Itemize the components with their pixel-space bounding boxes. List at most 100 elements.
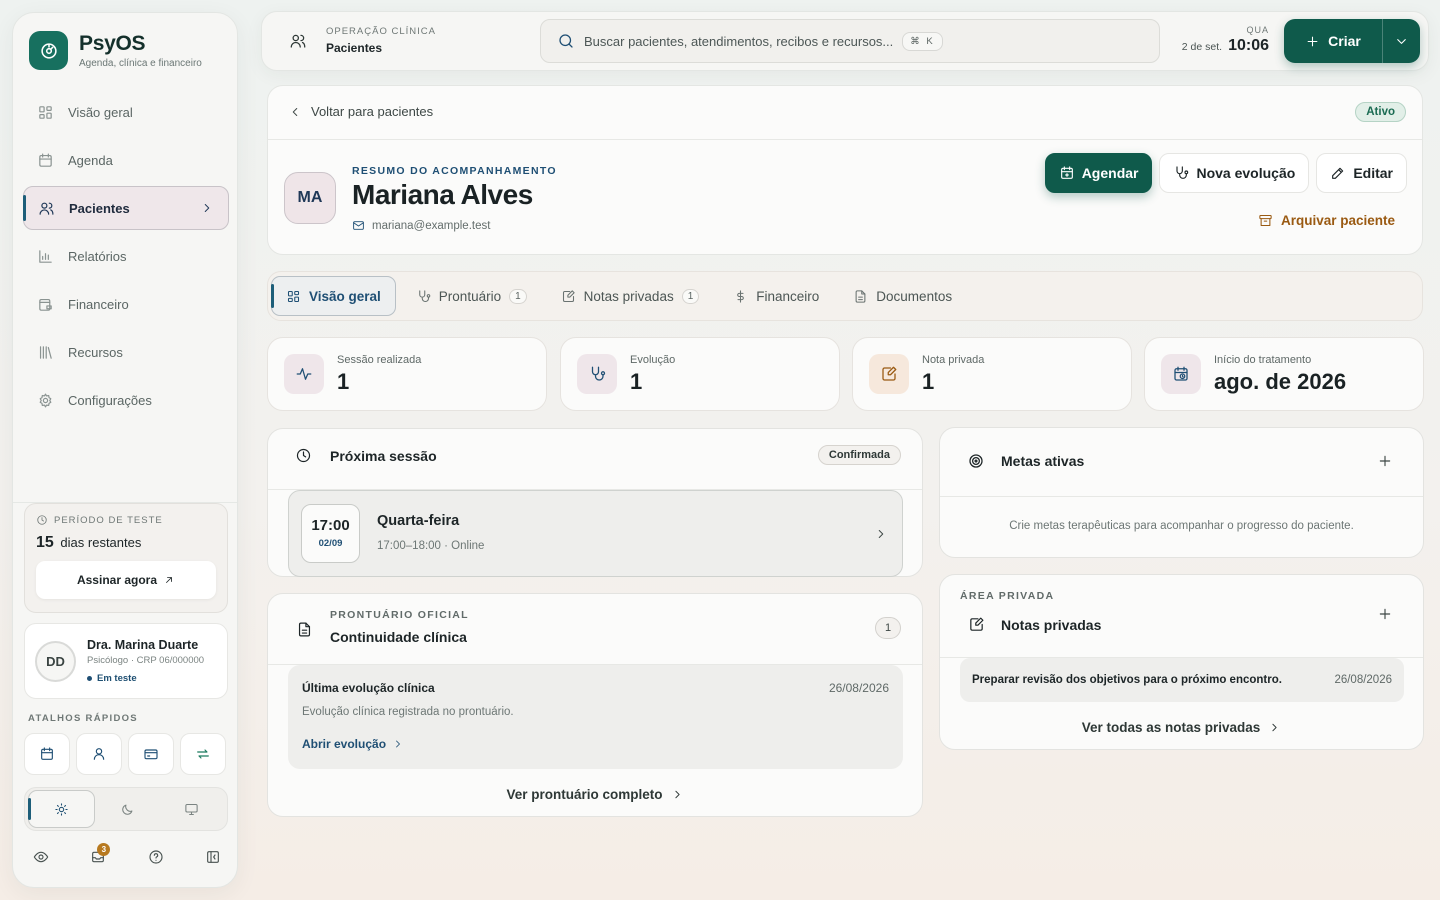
gear-icon	[37, 392, 54, 409]
view-full-record-link[interactable]: Ver prontuário completo	[268, 787, 922, 802]
trial-label: PERÍODO DE TESTE	[54, 514, 163, 526]
calendar-plus-icon	[1059, 165, 1075, 181]
create-menu-button[interactable]	[1382, 19, 1420, 63]
card-title: Continuidade clínica	[330, 629, 467, 645]
patient-eyebrow: RESUMO DO ACOMPANHAMENTO	[352, 165, 557, 177]
tab-documentos[interactable]: Documentos	[839, 276, 966, 316]
notes-eyebrow: ÁREA PRIVADA	[960, 590, 1055, 602]
notes-header: Notas privadas	[968, 616, 1101, 633]
goals-empty-state: Crie metas terapêuticas para acompanhar …	[1009, 520, 1354, 532]
shortcut-calendar-button[interactable]	[24, 733, 70, 775]
brand[interactable]: PsyOS Agenda, clínica e financeiro	[29, 31, 202, 70]
session-time: 17:00	[311, 517, 350, 534]
tab-notas-privadas[interactable]: Notas privadas 1	[547, 276, 714, 316]
edit-label: Editar	[1353, 165, 1393, 181]
stat-label: Sessão realizada	[337, 353, 422, 366]
document-icon	[296, 621, 313, 638]
moon-icon	[120, 802, 135, 817]
calendar-clock-icon	[1161, 354, 1201, 394]
brand-name: PsyOS	[79, 32, 146, 55]
evolution-title: Última evolução clínica	[302, 681, 435, 695]
list-item[interactable]: Preparar revisão dos objetivos para o pr…	[960, 658, 1404, 702]
session-item[interactable]: 17:00 02/09 Quarta-feira 17:00–18:00 · O…	[288, 490, 903, 577]
clock-date: 2 de set.	[1181, 41, 1223, 53]
document-icon	[853, 289, 868, 304]
sidebar-item-relatorios[interactable]: Relatórios	[23, 234, 229, 278]
tab-prontuario[interactable]: Prontuário 1	[402, 276, 541, 316]
stat-private-notes: Nota privada 1	[852, 337, 1132, 411]
session-date: 02/09	[318, 538, 343, 549]
active-goals-card: Metas ativas Crie metas terapêuticas par…	[939, 427, 1424, 558]
archive-label: Arquivar paciente	[1280, 213, 1395, 228]
eye-icon[interactable]	[33, 849, 49, 865]
search-input[interactable]: Buscar pacientes, atendimentos, recibos …	[540, 19, 1160, 63]
patient-header: Voltar para pacientes Ativo MA RESUMO DO…	[267, 85, 1423, 255]
session-day: Quarta-feira	[377, 513, 460, 529]
create-split-button: Criar	[1284, 19, 1420, 63]
context-label: OPERAÇÃO CLÍNICA	[326, 26, 436, 37]
last-evolution: Última evolução clínica 26/08/2026 Evolu…	[288, 665, 903, 769]
next-session-card: Próxima sessão Confirmada 17:00 02/09 Qu…	[267, 428, 923, 577]
header-divider	[268, 139, 1422, 140]
tab-financeiro[interactable]: Financeiro	[719, 276, 833, 316]
theme-system-button[interactable]	[159, 790, 224, 828]
open-evolution-label: Abrir evolução	[302, 737, 387, 751]
stat-value: ago. de 2026	[1214, 368, 1347, 394]
profile-name: Dra. Marina Duarte	[87, 638, 199, 652]
schedule-button[interactable]: Agendar	[1044, 153, 1153, 193]
users-icon	[289, 32, 307, 50]
schedule-label: Agendar	[1081, 165, 1139, 181]
subscribe-button[interactable]: Assinar agora	[36, 561, 216, 599]
shortcut-sync-button[interactable]	[180, 733, 226, 775]
collapse-sidebar-icon[interactable]	[205, 849, 221, 865]
create-button[interactable]: Criar	[1284, 33, 1382, 49]
patient-tabs: Visão geral Prontuário 1 Notas privadas …	[267, 271, 1423, 321]
clock-icon	[295, 447, 312, 464]
sidebar-item-configuracoes[interactable]: Configurações	[23, 378, 229, 422]
search-shortcut: ⌘ K	[902, 31, 943, 51]
shortcut-payment-button[interactable]	[128, 733, 174, 775]
theme-light-button[interactable]	[28, 790, 95, 828]
sidebar-nav: Visão geral Agenda Pacientes Relatórios …	[23, 90, 229, 426]
shortcuts	[24, 733, 226, 775]
sidebar-item-visao-geral[interactable]: Visão geral	[23, 90, 229, 134]
user-profile-card[interactable]: DD Dra. Marina Duarte Psicólogo · CRP 06…	[24, 623, 228, 699]
sidebar-item-pacientes[interactable]: Pacientes	[23, 186, 229, 230]
help-icon[interactable]	[148, 849, 164, 865]
session-detail: 17:00–18:00 · Online	[377, 540, 485, 552]
shortcut-patient-button[interactable]	[76, 733, 122, 775]
view-all-notes-link[interactable]: Ver todas as notas privadas	[940, 720, 1423, 735]
sidebar-item-agenda[interactable]: Agenda	[23, 138, 229, 182]
dashboard-icon	[37, 104, 54, 121]
avatar: DD	[35, 640, 76, 682]
trial-panel: PERÍODO DE TESTE 15 dias restantes Assin…	[24, 503, 228, 613]
chevron-right-icon	[392, 738, 404, 750]
tab-visao-geral[interactable]: Visão geral	[271, 276, 396, 316]
users-icon	[38, 200, 55, 217]
stethoscope-icon	[1173, 165, 1189, 181]
back-link[interactable]: Voltar para pacientes	[288, 104, 433, 119]
trial-days-remaining: 15 dias restantes	[36, 534, 216, 552]
add-goal-button[interactable]	[1377, 453, 1393, 469]
new-evolution-button[interactable]: Nova evolução	[1159, 153, 1310, 193]
calendar-icon	[39, 746, 55, 762]
add-note-button[interactable]	[1377, 606, 1393, 622]
notifications-button[interactable]: 3	[90, 843, 111, 865]
plus-icon	[1305, 34, 1320, 49]
chevron-down-icon	[1394, 34, 1409, 49]
open-evolution-link[interactable]: Abrir evolução	[302, 737, 404, 751]
archive-patient-button[interactable]: Arquivar paciente	[1258, 213, 1395, 228]
note-date: 26/08/2026	[1334, 674, 1392, 686]
dashboard-icon	[286, 289, 301, 304]
sidebar-item-recursos[interactable]: Recursos	[23, 330, 229, 374]
brand-tagline: Agenda, clínica e financeiro	[79, 58, 202, 69]
theme-dark-button[interactable]	[95, 790, 160, 828]
sidebar-item-financeiro[interactable]: Financeiro	[23, 282, 229, 326]
edit-button[interactable]: Editar	[1316, 153, 1407, 193]
record-eyebrow: PRONTUÁRIO OFICIAL	[330, 609, 469, 621]
note-edit-icon	[561, 289, 576, 304]
shortcuts-label: ATALHOS RÁPIDOS	[28, 713, 138, 724]
stat-sessions: Sessão realizada 1	[267, 337, 547, 411]
patient-email[interactable]: mariana@example.test	[352, 219, 490, 232]
topbar: OPERAÇÃO CLÍNICA Pacientes Buscar pacien…	[261, 11, 1429, 71]
